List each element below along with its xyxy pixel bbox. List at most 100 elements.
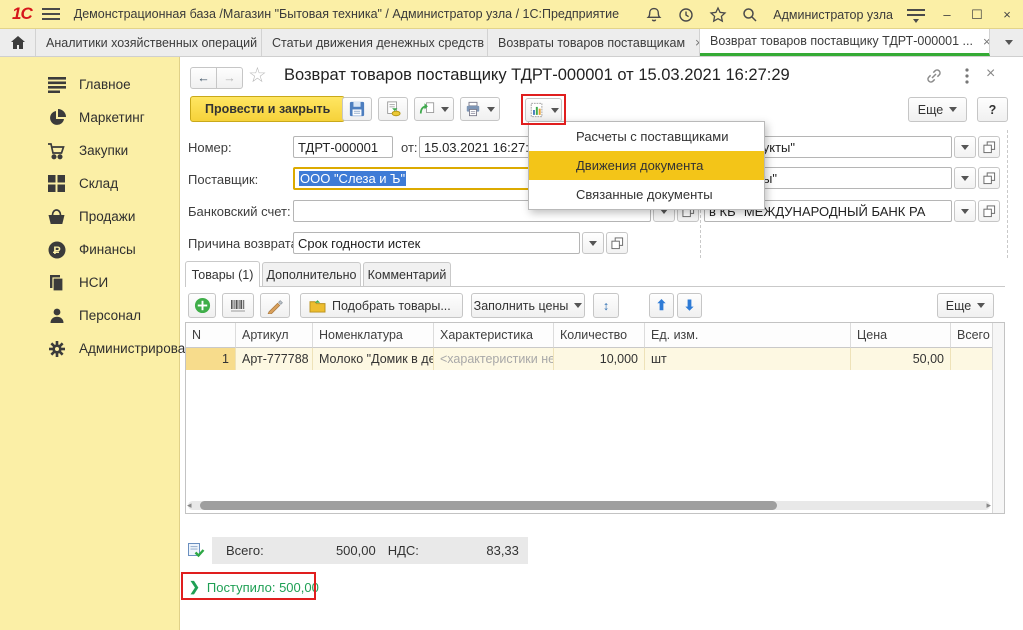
scroll-left-icon[interactable]: ◂ xyxy=(187,500,192,511)
create-based-on-button[interactable] xyxy=(414,97,454,121)
cell-total[interactable] xyxy=(951,348,992,370)
table-vertical-scrollbar[interactable] xyxy=(992,323,1004,513)
close-window-button[interactable]: × xyxy=(999,7,1015,22)
down-arrow-icon: ⬇ xyxy=(684,297,696,314)
sidebar-item-marketing[interactable]: Маркетинг xyxy=(0,101,179,134)
tab-return-document[interactable]: Возврат товаров поставщику ТДРТ-000001 .… xyxy=(700,29,990,56)
tab-goods[interactable]: Товары (1) xyxy=(185,261,260,287)
post-document-button[interactable] xyxy=(378,97,408,121)
sidebar-item-administration[interactable]: Администрирование xyxy=(0,332,179,365)
cell-article[interactable]: Арт-777788 xyxy=(236,348,313,370)
barcode-scan-button[interactable] xyxy=(222,293,254,318)
table-header-row: N Артикул Номенклатура Характеристика Ко… xyxy=(186,323,1004,348)
col-nomenclature[interactable]: Номенклатура xyxy=(313,323,434,348)
notifications-icon[interactable] xyxy=(645,6,663,24)
tab-close-icon[interactable]: × xyxy=(981,34,990,49)
sidebar-item-main[interactable]: Главное xyxy=(0,68,179,101)
reports-button[interactable] xyxy=(525,98,562,122)
current-user[interactable]: Администратор узла xyxy=(773,8,893,22)
kebab-menu-icon[interactable] xyxy=(958,67,976,85)
move-row-down-button[interactable]: ⬇ xyxy=(677,293,702,318)
sidebar-item-sales[interactable]: Продажи xyxy=(0,200,179,233)
col-total[interactable]: Всего xyxy=(951,323,992,348)
window-title: Демонстрационная база /Магазин "Бытовая … xyxy=(74,7,619,21)
cell-quantity[interactable]: 10,000 xyxy=(554,348,645,370)
forward-arrow-icon: → xyxy=(223,71,236,85)
col-article[interactable]: Артикул xyxy=(236,323,313,348)
cell-nomenclature[interactable]: Молоко "Домик в дер... xyxy=(313,348,434,370)
pick-items-button[interactable]: Подобрать товары... xyxy=(300,293,463,318)
favorite-star-icon[interactable]: ☆ xyxy=(248,63,267,88)
posted-document-icon[interactable] xyxy=(187,541,205,559)
sidebar-item-warehouse[interactable]: Склад xyxy=(0,167,179,200)
organization-open-button[interactable] xyxy=(978,136,1000,158)
sidebar-item-finance[interactable]: Р Финансы xyxy=(0,233,179,266)
store-dropdown-button[interactable] xyxy=(954,167,976,189)
cell-price[interactable]: 50,00 xyxy=(851,348,951,370)
col-characteristic[interactable]: Характеристика xyxy=(434,323,554,348)
save-button[interactable] xyxy=(342,97,372,121)
up-arrow-icon: ⬆ xyxy=(656,297,668,314)
sidebar-item-personnel[interactable]: Персонал xyxy=(0,299,179,332)
sidebar-item-purchases[interactable]: Закупки xyxy=(0,134,179,167)
table-row[interactable]: 1 Арт-777788 Молоко "Домик в дер... <хар… xyxy=(186,348,1004,370)
scroll-right-icon[interactable]: ▸ xyxy=(986,500,991,511)
items-more-button[interactable]: Еще xyxy=(937,293,994,318)
back-button[interactable]: ← xyxy=(190,67,217,89)
number-field[interactable]: ТДРТ-000001 xyxy=(293,136,393,158)
close-document-icon[interactable]: × xyxy=(986,65,995,83)
get-link-icon[interactable] xyxy=(925,67,943,85)
col-unit[interactable]: Ед. изм. xyxy=(645,323,851,348)
cell-characteristic[interactable]: <характеристики не и... xyxy=(434,348,554,370)
main-menu-icon[interactable] xyxy=(42,5,60,23)
menu-item-supplier-settlements[interactable]: Расчеты с поставщиками xyxy=(529,122,764,151)
reason-dropdown-button[interactable] xyxy=(582,232,604,254)
received-text: Поступило: 500,00 xyxy=(207,580,319,595)
tab-cashflow-items[interactable]: Статьи движения денежных средств × xyxy=(262,29,488,56)
favorites-icon[interactable] xyxy=(709,6,727,24)
cell-n[interactable]: 1 xyxy=(186,348,236,370)
return-reason-field[interactable]: Срок годности истек xyxy=(293,232,580,254)
menu-item-related-documents[interactable]: Связанные документы xyxy=(529,180,764,209)
tabs-overflow-button[interactable] xyxy=(995,29,1023,56)
col-n[interactable]: N xyxy=(186,323,236,348)
menu-item-document-movements[interactable]: Движения документа xyxy=(529,151,764,180)
service-menu-icon[interactable] xyxy=(907,6,925,24)
col-quantity[interactable]: Количество xyxy=(554,323,645,348)
post-and-close-button[interactable]: Провести и закрыть xyxy=(190,96,345,122)
help-button[interactable]: ? xyxy=(977,97,1008,122)
move-row-up-button[interactable]: ⬆ xyxy=(649,293,674,318)
col-price[interactable]: Цена xyxy=(851,323,951,348)
person-icon xyxy=(47,306,66,325)
tab-comment[interactable]: Комментарий xyxy=(363,262,451,287)
organization-dropdown-button[interactable] xyxy=(954,136,976,158)
tab-additional[interactable]: Дополнительно xyxy=(262,262,361,287)
home-tab[interactable] xyxy=(0,29,36,56)
org-bank-open-button[interactable] xyxy=(978,200,1000,222)
tab-analytics[interactable]: Аналитики хозяйственных операций × xyxy=(36,29,262,56)
maximize-button[interactable]: ☐ xyxy=(969,7,985,23)
edit-row-button[interactable] xyxy=(260,293,290,318)
form-splitter-right[interactable] xyxy=(1007,130,1008,258)
org-bank-dropdown-button[interactable] xyxy=(954,200,976,222)
resize-rows-button[interactable]: ↕ xyxy=(593,293,619,318)
items-table: N Артикул Номенклатура Характеристика Ко… xyxy=(185,322,1005,514)
reason-open-button[interactable] xyxy=(606,232,628,254)
search-icon[interactable] xyxy=(741,6,759,24)
scrollbar-thumb[interactable] xyxy=(200,501,777,510)
fill-prices-button[interactable]: Заполнить цены xyxy=(471,293,585,318)
more-button[interactable]: Еще xyxy=(908,97,967,122)
sidebar-item-nsi[interactable]: НСИ xyxy=(0,266,179,299)
print-button[interactable] xyxy=(460,97,500,121)
tab-returns-list[interactable]: Возвраты товаров поставщикам × xyxy=(488,29,700,56)
forward-button[interactable]: → xyxy=(216,67,243,89)
minimize-button[interactable]: – xyxy=(939,7,955,22)
received-expander[interactable]: ❯ Поступило: 500,00 xyxy=(183,574,329,600)
cell-unit[interactable]: шт xyxy=(645,348,851,370)
store-open-button[interactable] xyxy=(978,167,1000,189)
date-field[interactable]: 15.03.2021 16:27:29 xyxy=(419,136,535,158)
tab-close-icon[interactable]: × xyxy=(693,35,700,50)
history-icon[interactable] xyxy=(677,6,695,24)
add-row-button[interactable] xyxy=(188,293,216,318)
table-horizontal-scrollbar[interactable]: ◂ ▸ xyxy=(188,501,990,510)
